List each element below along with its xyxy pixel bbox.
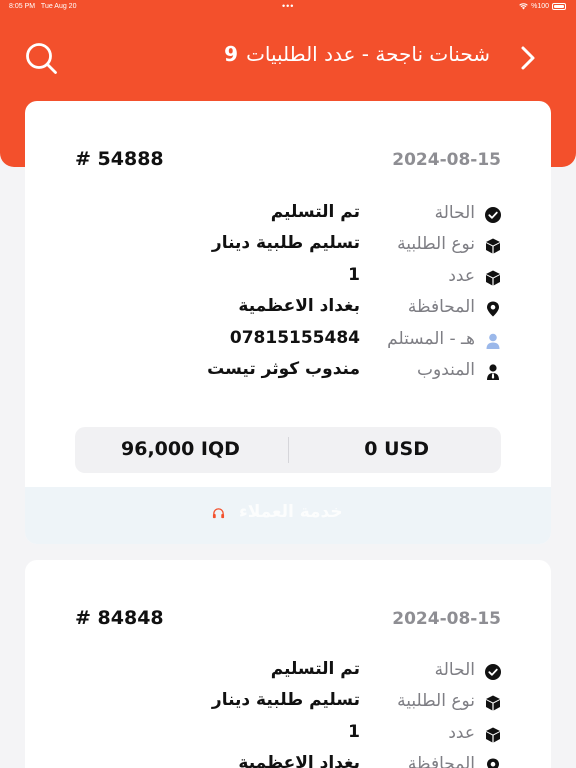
check-circle-icon: [485, 664, 501, 680]
orders-count: 9: [224, 42, 239, 66]
search-icon[interactable]: [24, 41, 58, 75]
check-circle-icon: [485, 207, 501, 223]
row-count: عدد 1: [75, 722, 501, 750]
province-label: المحافظة: [407, 297, 475, 317]
battery-percent: %100: [531, 3, 549, 10]
row-status: الحالة تم التسليم: [75, 202, 501, 230]
row-order-type: نوع الطلبية تسليم طلبية دينار: [75, 233, 501, 261]
agent-icon: [487, 364, 499, 380]
row-province: المحافظة بغداد الاعظمية: [75, 296, 501, 324]
order-card[interactable]: # 54888 2024-08-15 الحالة تم التسليم نوع…: [25, 101, 551, 544]
province-value: بغداد الاعظمية: [238, 753, 360, 768]
page-title: شحنات ناجحة - عدد الطلبيات 9: [224, 42, 490, 66]
box-icon: [486, 270, 500, 286]
total-usd: 0 USD: [364, 438, 429, 460]
customer-support-button[interactable]: خدمة العملاء: [25, 487, 551, 544]
chevron-right-icon[interactable]: [518, 45, 538, 71]
row-recipient-phone: هـ - المستلم 07815155484: [75, 328, 501, 356]
status-value: تم التسليم: [270, 659, 360, 679]
order-date: 2024-08-15: [392, 609, 501, 629]
wifi-icon: [519, 3, 528, 10]
order-date: 2024-08-15: [392, 150, 501, 170]
status-right: %100: [519, 3, 566, 10]
province-label: المحافظة: [407, 754, 475, 768]
box-icon: [486, 695, 500, 711]
agent-value: مندوب كوثر تيست: [207, 359, 360, 379]
row-status: الحالة تم التسليم: [75, 659, 501, 687]
count-label: عدد: [448, 266, 475, 286]
row-order-type: نوع الطلبية تسليم طلبية دينار: [75, 690, 501, 718]
status-value: تم التسليم: [270, 202, 360, 222]
box-icon: [486, 727, 500, 743]
page-title-text: شحنات ناجحة - عدد الطلبيات: [246, 42, 490, 66]
count-value: 1: [348, 265, 360, 285]
location-pin-icon: [487, 758, 499, 768]
agent-label: المندوب: [417, 360, 475, 380]
order-type-label: نوع الطلبية: [397, 691, 475, 711]
customer-support-label: خدمة العملاء: [239, 502, 343, 522]
recipient-phone-label: هـ - المستلم: [387, 329, 475, 349]
box-icon: [486, 238, 500, 254]
multitask-dots[interactable]: •••: [282, 1, 294, 11]
location-pin-icon: [487, 301, 499, 317]
status-bar: 8:05 PM Tue Aug 20 ••• %100: [0, 0, 576, 14]
count-label: عدد: [448, 723, 475, 743]
status-time: 8:05 PM Tue Aug 20: [9, 3, 77, 10]
order-id: # 84848: [75, 607, 164, 629]
row-province: المحافظة بغداد الاعظمية: [75, 753, 501, 768]
status-label: الحالة: [434, 203, 475, 223]
totals-divider: [288, 437, 289, 463]
order-type-value: تسليم طلبية دينار: [211, 233, 360, 253]
province-value: بغداد الاعظمية: [238, 296, 360, 316]
order-type-value: تسليم طلبية دينار: [211, 690, 360, 710]
order-id: # 54888: [75, 148, 164, 170]
status-label: الحالة: [434, 660, 475, 680]
user-icon: [486, 333, 500, 349]
total-iqd: 96,000 IQD: [121, 438, 240, 460]
headset-icon: [212, 508, 225, 519]
order-card[interactable]: # 84848 2024-08-15 الحالة تم التسليم نوع…: [25, 560, 551, 768]
recipient-phone-value[interactable]: 07815155484: [230, 328, 360, 348]
count-value: 1: [348, 722, 360, 742]
battery-icon: [552, 3, 566, 10]
row-count: عدد 1: [75, 265, 501, 293]
row-agent: المندوب مندوب كوثر تيست: [75, 359, 501, 387]
order-type-label: نوع الطلبية: [397, 234, 475, 254]
order-totals: 96,000 IQD 0 USD: [75, 427, 501, 473]
